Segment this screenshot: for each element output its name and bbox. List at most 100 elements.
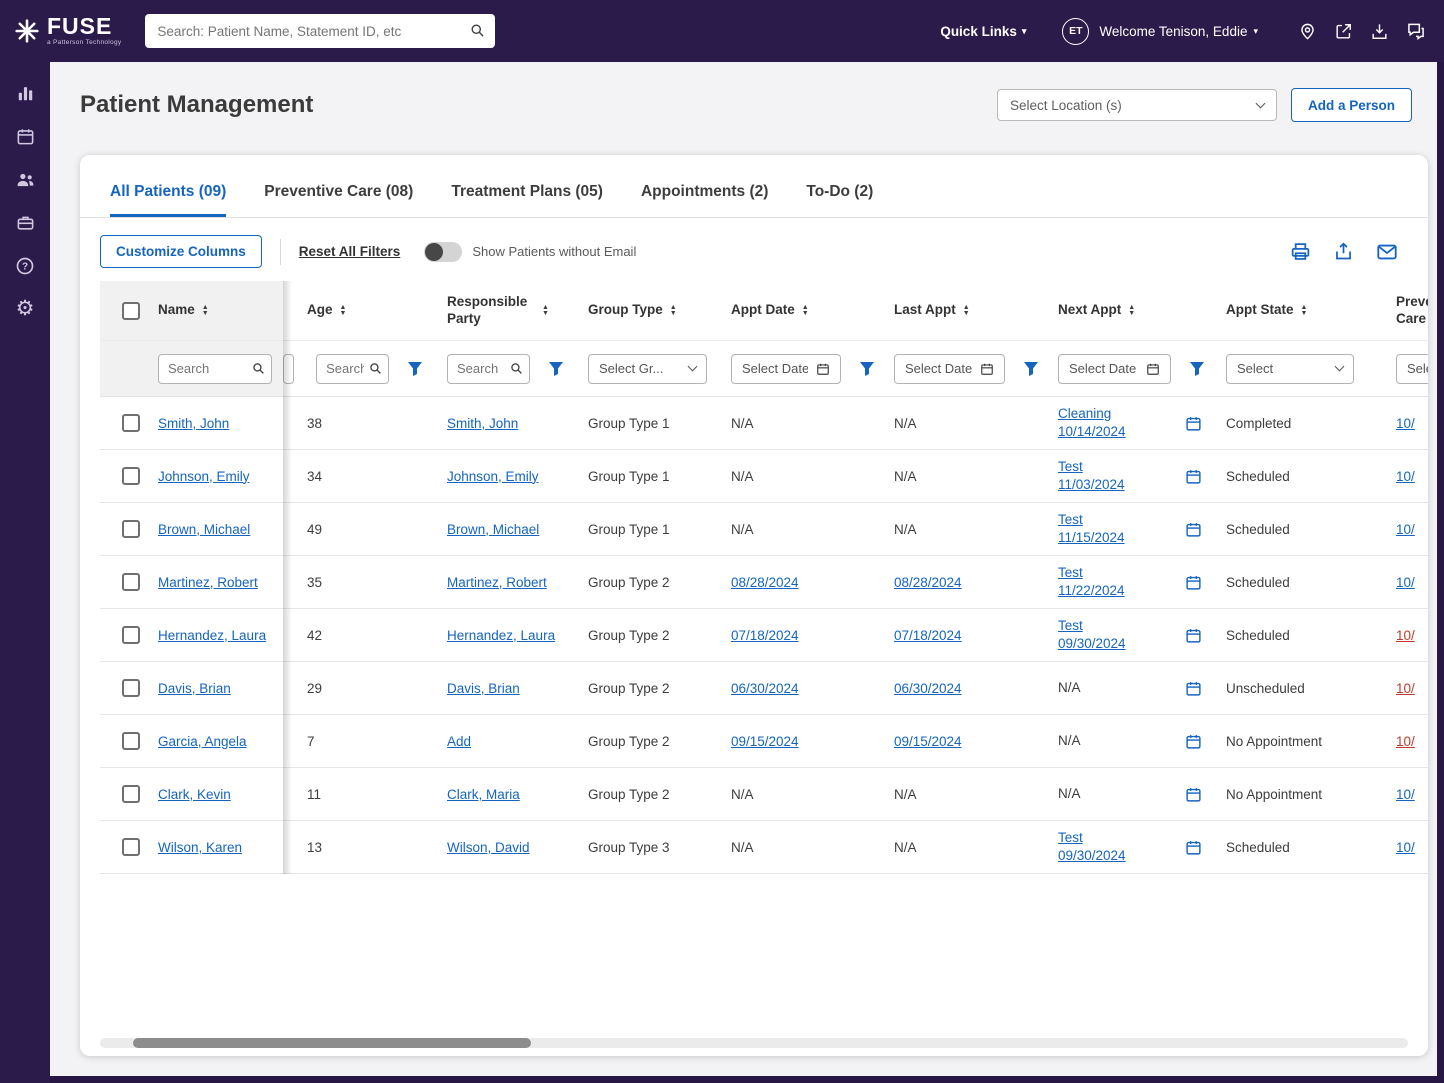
appt-date-link[interactable]: N/A bbox=[731, 469, 754, 484]
filter-funnel-icon[interactable] bbox=[1189, 361, 1205, 377]
row-checkbox[interactable] bbox=[122, 414, 140, 432]
last-appt-filter-select[interactable]: Select Date bbox=[894, 353, 1006, 384]
open-new-icon[interactable] bbox=[1334, 22, 1353, 41]
responsible-party-link[interactable]: Add bbox=[447, 734, 471, 749]
row-checkbox[interactable] bbox=[122, 626, 140, 644]
responsible-party-link[interactable]: Wilson, David bbox=[447, 840, 530, 855]
tab-all-patients[interactable]: All Patients (09) bbox=[110, 183, 227, 217]
tab-todo[interactable]: To-Do (2) bbox=[806, 183, 873, 217]
row-checkbox[interactable] bbox=[122, 838, 140, 856]
responsible-party-link[interactable]: Clark, Maria bbox=[447, 787, 520, 802]
user-menu[interactable]: Welcome Tenison, Eddie ▾ bbox=[1099, 24, 1258, 39]
location-icon[interactable] bbox=[1298, 22, 1317, 41]
customize-columns-button[interactable]: Customize Columns bbox=[100, 235, 262, 268]
next-appt-link[interactable]: Test 11/15/2024 bbox=[1058, 511, 1125, 547]
sidebar-item-patients[interactable] bbox=[0, 158, 50, 201]
patient-name-link[interactable]: Clark, Kevin bbox=[158, 787, 231, 802]
sort-icon[interactable]: ▲ ▼ bbox=[542, 304, 549, 317]
preventive-care-link[interactable]: 10/ bbox=[1396, 681, 1415, 696]
global-search-input[interactable] bbox=[145, 14, 496, 48]
sidebar-item-schedule[interactable] bbox=[0, 115, 50, 158]
sort-icon[interactable]: ▲ ▼ bbox=[1128, 304, 1135, 317]
row-checkbox[interactable] bbox=[122, 467, 140, 485]
preventive-care-link[interactable]: 10/ bbox=[1396, 522, 1415, 537]
patient-name-link[interactable]: Johnson, Emily bbox=[158, 469, 250, 484]
filter-funnel-icon[interactable] bbox=[548, 361, 564, 377]
patient-name-link[interactable]: Smith, John bbox=[158, 416, 229, 431]
location-select[interactable]: Select Location (s) bbox=[996, 89, 1277, 121]
last-appt-link[interactable]: 07/18/2024 bbox=[894, 628, 962, 643]
tab-treatment-plans[interactable]: Treatment Plans (05) bbox=[451, 183, 603, 217]
patient-name-link[interactable]: Hernandez, Laura bbox=[158, 628, 266, 643]
next-appt-link[interactable]: N/A bbox=[1058, 732, 1081, 750]
last-appt-link[interactable]: 06/30/2024 bbox=[894, 681, 962, 696]
responsible-party-link[interactable]: Martinez, Robert bbox=[447, 575, 547, 590]
show-patients-without-email-toggle[interactable] bbox=[424, 241, 463, 262]
sidebar-item-dashboard[interactable] bbox=[0, 72, 50, 115]
appt-date-link[interactable]: 06/30/2024 bbox=[731, 681, 799, 696]
calendar-icon[interactable] bbox=[1185, 786, 1202, 803]
next-appt-link[interactable]: N/A bbox=[1058, 679, 1081, 697]
preventive-care-link[interactable]: 10/ bbox=[1396, 628, 1415, 643]
email-icon[interactable] bbox=[1376, 241, 1398, 263]
appt-date-link[interactable]: N/A bbox=[731, 416, 754, 431]
appt-date-link[interactable]: N/A bbox=[731, 840, 754, 855]
patient-name-link[interactable]: Martinez, Robert bbox=[158, 575, 258, 590]
next-appt-link[interactable]: Test 11/03/2024 bbox=[1058, 458, 1125, 494]
patient-name-link[interactable]: Garcia, Angela bbox=[158, 734, 247, 749]
clipped-search-input[interactable] bbox=[283, 353, 295, 384]
responsible-party-link[interactable]: Johnson, Emily bbox=[447, 469, 539, 484]
next-appt-link[interactable]: Test 09/30/2024 bbox=[1058, 829, 1126, 865]
next-appt-link[interactable]: Test 09/30/2024 bbox=[1058, 617, 1126, 653]
responsible-party-link[interactable]: Davis, Brian bbox=[447, 681, 520, 696]
sort-icon[interactable]: ▲ ▼ bbox=[802, 304, 809, 317]
responsible-party-link[interactable]: Brown, Michael bbox=[447, 522, 539, 537]
calendar-icon[interactable] bbox=[1185, 839, 1202, 856]
horizontal-scrollbar[interactable] bbox=[100, 1038, 1408, 1048]
group-type-filter-select[interactable]: Select Gr... bbox=[588, 353, 707, 384]
patient-name-link[interactable]: Davis, Brian bbox=[158, 681, 231, 696]
calendar-icon[interactable] bbox=[1185, 627, 1202, 644]
last-appt-link[interactable]: N/A bbox=[894, 469, 917, 484]
row-checkbox[interactable] bbox=[122, 785, 140, 803]
appt-date-link[interactable]: N/A bbox=[731, 787, 754, 802]
sort-icon[interactable]: ▲ ▼ bbox=[202, 304, 209, 317]
export-icon[interactable] bbox=[1370, 22, 1389, 41]
search-icon[interactable] bbox=[470, 23, 485, 38]
appt-date-filter-select[interactable]: Select Date bbox=[731, 353, 841, 384]
filter-funnel-icon[interactable] bbox=[407, 361, 423, 377]
appt-state-filter-select[interactable]: Select bbox=[1226, 353, 1354, 384]
responsible-party-link[interactable]: Smith, John bbox=[447, 416, 518, 431]
scrollbar-thumb[interactable] bbox=[133, 1038, 531, 1048]
preventive-care-link[interactable]: 10/ bbox=[1396, 840, 1415, 855]
reset-all-filters-link[interactable]: Reset All Filters bbox=[299, 244, 401, 259]
preventive-care-link[interactable]: 10/ bbox=[1396, 787, 1415, 802]
appt-date-link[interactable]: N/A bbox=[731, 522, 754, 537]
sidebar-item-settings[interactable]: ⚙ bbox=[0, 287, 50, 330]
calendar-icon[interactable] bbox=[1185, 468, 1202, 485]
next-appt-link[interactable]: Cleaning 10/14/2024 bbox=[1058, 405, 1126, 441]
patient-name-link[interactable]: Brown, Michael bbox=[158, 522, 250, 537]
sidebar-item-help[interactable]: ? bbox=[0, 244, 50, 287]
print-icon[interactable] bbox=[1290, 241, 1311, 262]
row-checkbox[interactable] bbox=[122, 679, 140, 697]
preventive-care-link[interactable]: 10/ bbox=[1396, 575, 1415, 590]
row-checkbox[interactable] bbox=[122, 732, 140, 750]
add-person-button[interactable]: Add a Person bbox=[1290, 88, 1412, 122]
calendar-icon[interactable] bbox=[1185, 521, 1202, 538]
share-icon[interactable] bbox=[1333, 241, 1354, 262]
appt-date-link[interactable]: 09/15/2024 bbox=[731, 734, 799, 749]
sort-icon[interactable]: ▲ ▼ bbox=[1301, 304, 1308, 317]
tab-appointments[interactable]: Appointments (2) bbox=[641, 183, 768, 217]
avatar[interactable]: ET bbox=[1062, 17, 1090, 45]
preventive-care-link[interactable]: 10/ bbox=[1396, 734, 1415, 749]
last-appt-link[interactable]: N/A bbox=[894, 522, 917, 537]
calendar-icon[interactable] bbox=[1185, 733, 1202, 750]
responsible-party-link[interactable]: Hernandez, Laura bbox=[447, 628, 555, 643]
calendar-icon[interactable] bbox=[1185, 415, 1202, 432]
preventive-care-filter-select[interactable]: Select bbox=[1396, 353, 1428, 384]
sort-icon[interactable]: ▲ ▼ bbox=[670, 304, 677, 317]
appt-date-link[interactable]: 08/28/2024 bbox=[731, 575, 799, 590]
patient-name-link[interactable]: Wilson, Karen bbox=[158, 840, 242, 855]
sort-icon[interactable]: ▲ ▼ bbox=[340, 304, 347, 317]
